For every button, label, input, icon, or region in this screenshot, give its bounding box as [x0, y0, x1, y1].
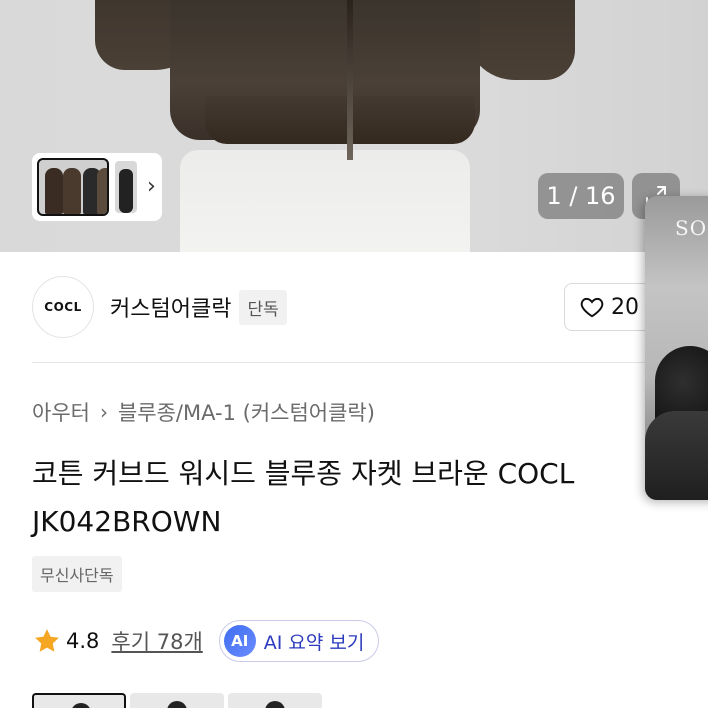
popup-figure-body: [645, 411, 708, 500]
breadcrumb: 아우터 › 블루종/MA-1 (커스텀어클락): [32, 397, 375, 427]
jacket-sleeve-right: [465, 0, 575, 80]
star-icon: [35, 629, 59, 652]
rating-value: 4.8: [66, 629, 100, 653]
breadcrumb-item-blouson[interactable]: 블루종/MA-1 (커스텀어클락): [118, 397, 375, 427]
chevron-right-icon[interactable]: ›: [147, 176, 156, 198]
ai-icon: AI: [223, 625, 256, 657]
product-image-gallery[interactable]: › 1 / 16: [0, 0, 708, 252]
product-title: 코튼 커브드 워시드 블루종 자켓 브라운 COCL JK042BROWN: [32, 450, 672, 546]
brand-name[interactable]: 커스텀어클락: [110, 291, 231, 323]
jacket-hem: [205, 96, 475, 144]
chevron-right-icon: ›: [99, 400, 108, 424]
image-thumbnail-strip[interactable]: ›: [32, 153, 162, 221]
image-counter: 1 / 16: [538, 173, 624, 219]
breadcrumb-item-outer[interactable]: 아우터: [32, 397, 90, 427]
color-option-thumbnails: [32, 693, 326, 708]
product-title-line-1: 코튼 커브드 워시드 블루종 자켓 브라운 COCL: [32, 457, 575, 490]
brand-logo[interactable]: COCL: [32, 276, 94, 338]
heart-icon: [580, 297, 604, 318]
musinsa-exclusive-tag: 무신사단독: [32, 556, 122, 592]
color-option-2[interactable]: [130, 693, 224, 708]
exclusive-badge: 단독: [239, 289, 287, 325]
popup-label: SO: [675, 216, 708, 240]
product-title-line-2: JK042BROWN: [32, 505, 222, 538]
like-count: 20: [611, 294, 639, 320]
thumbnail-image-2[interactable]: [115, 161, 137, 213]
rating-row: 4.8 후기 78개 AI AI 요약 보기: [32, 620, 380, 662]
ai-summary-button[interactable]: AI AI 요약 보기: [218, 620, 380, 662]
jacket-zipper: [347, 0, 353, 160]
color-option-3[interactable]: [228, 693, 322, 708]
ai-summary-label: AI 요약 보기: [263, 631, 365, 654]
floating-video-popup[interactable]: SO: [645, 196, 708, 500]
reviews-link[interactable]: 후기 78개: [111, 626, 202, 656]
color-option-1[interactable]: [32, 693, 126, 708]
thumbnail-image-1[interactable]: [37, 158, 109, 216]
divider: [32, 362, 708, 363]
pants: [180, 150, 470, 252]
